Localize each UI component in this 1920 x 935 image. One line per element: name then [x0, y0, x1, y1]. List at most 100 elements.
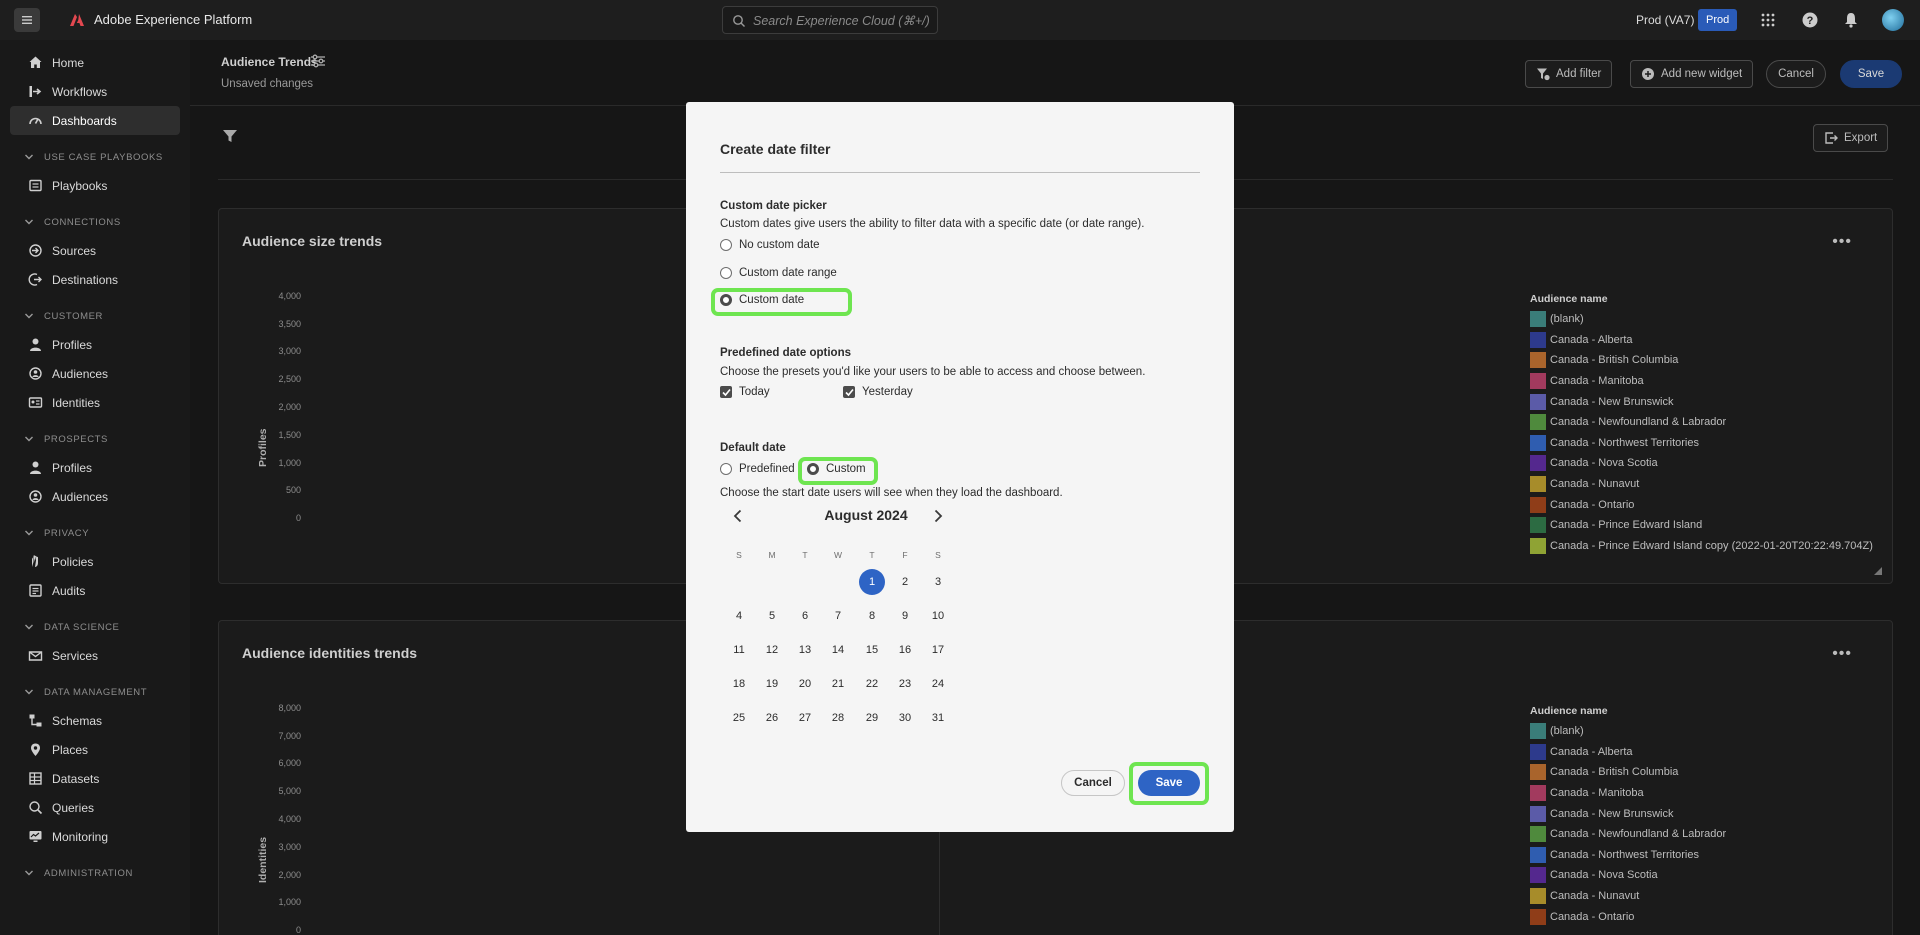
sidebar-item-dashboards[interactable]: Dashboards — [10, 106, 180, 135]
calendar-day[interactable]: 23 — [892, 671, 918, 697]
calendar-day[interactable]: 18 — [726, 671, 752, 697]
sidebar-item-datasets[interactable]: Datasets — [10, 764, 180, 793]
calendar-day[interactable]: 24 — [925, 671, 951, 697]
calendar-day[interactable]: 20 — [792, 671, 818, 697]
calendar-day[interactable]: 28 — [825, 705, 851, 731]
export-button[interactable]: Export — [1813, 124, 1889, 152]
calendar-day[interactable]: 17 — [925, 637, 951, 663]
sidebar-item-workflows[interactable]: Workflows — [10, 77, 180, 106]
sidebar-section-connections[interactable]: CONNECTIONS — [10, 208, 190, 236]
legend-item[interactable]: Canada - Nunavut — [1530, 886, 1726, 907]
calendar-day[interactable]: 29 — [859, 705, 885, 731]
filter-settings-icon[interactable] — [310, 53, 326, 69]
more-options-icon[interactable]: ••• — [1832, 233, 1852, 251]
sidebar-item-customer-audiences[interactable]: Audiences — [10, 359, 180, 388]
notifications-bell-icon[interactable] — [1842, 11, 1860, 29]
sidebar-item-audits[interactable]: Audits — [10, 576, 180, 605]
sandbox-badge[interactable]: Prod — [1698, 9, 1738, 31]
sidebar-item-places[interactable]: Places — [10, 735, 180, 764]
calendar-day[interactable]: 27 — [792, 705, 818, 731]
legend-item[interactable]: Canada - Ontario — [1530, 906, 1726, 927]
calendar-day[interactable]: 15 — [859, 637, 885, 663]
help-icon[interactable]: ? — [1801, 11, 1819, 29]
sidebar-item-queries[interactable]: Queries — [10, 793, 180, 822]
calendar-day[interactable]: 26 — [759, 705, 785, 731]
calendar-day[interactable]: 2 — [892, 569, 918, 595]
sidebar-item-sources[interactable]: Sources — [10, 236, 180, 265]
sidebar-item-prospect-audiences[interactable]: Audiences — [10, 482, 180, 511]
sidebar-section-data-science[interactable]: DATA SCIENCE — [10, 613, 190, 641]
sidebar-section-privacy[interactable]: PRIVACY — [10, 519, 190, 547]
calendar-day[interactable]: 21 — [825, 671, 851, 697]
legend-item[interactable]: Canada - Nova Scotia — [1530, 453, 1873, 474]
calendar-day[interactable]: 22 — [859, 671, 885, 697]
sidebar-item-prospect-profiles[interactable]: Profiles — [10, 453, 180, 482]
menu-toggle-button[interactable] — [14, 8, 40, 32]
sidebar-item-services[interactable]: Services — [10, 641, 180, 670]
calendar-day[interactable]: 7 — [825, 603, 851, 629]
checkbox-today[interactable]: Today — [720, 386, 770, 398]
sidebar-item-monitoring[interactable]: Monitoring — [10, 822, 180, 851]
calendar-day[interactable]: 9 — [892, 603, 918, 629]
radio-predefined[interactable]: Predefined — [720, 463, 795, 475]
legend-item[interactable]: Canada - Newfoundland & Labrador — [1530, 412, 1873, 433]
legend-item[interactable]: Canada - Newfoundland & Labrador — [1530, 824, 1726, 845]
header-save-button[interactable]: Save — [1840, 60, 1902, 88]
sidebar-section-administration[interactable]: ADMINISTRATION — [10, 859, 190, 887]
sidebar-item-home[interactable]: Home — [10, 48, 180, 77]
legend-item[interactable]: Canada - New Brunswick — [1530, 391, 1873, 412]
legend-item[interactable]: Canada - Alberta — [1530, 742, 1726, 763]
calendar-day-selected[interactable]: 1 — [859, 569, 885, 595]
filter-icon[interactable] — [222, 128, 238, 144]
dialog-cancel-button[interactable]: Cancel — [1061, 770, 1125, 796]
legend-item[interactable]: (blank) — [1530, 721, 1726, 742]
sidebar-item-identities[interactable]: Identities — [10, 388, 180, 417]
legend-item[interactable]: Canada - Nova Scotia — [1530, 865, 1726, 886]
legend-item[interactable]: Canada - New Brunswick — [1530, 803, 1726, 824]
radio-no-custom-date[interactable]: No custom date — [720, 239, 820, 251]
chevron-left-icon[interactable] — [730, 508, 746, 524]
calendar-day[interactable]: 8 — [859, 603, 885, 629]
calendar-day[interactable]: 31 — [925, 705, 951, 731]
calendar-day[interactable]: 14 — [825, 637, 851, 663]
org-switcher[interactable]: Prod (VA7) — [1636, 13, 1694, 27]
sidebar-section-data-management[interactable]: DATA MANAGEMENT — [10, 678, 190, 706]
calendar-day[interactable]: 4 — [726, 603, 752, 629]
sidebar-item-customer-profiles[interactable]: Profiles — [10, 330, 180, 359]
radio-custom-date-range[interactable]: Custom date range — [720, 267, 837, 279]
calendar-day[interactable]: 19 — [759, 671, 785, 697]
sidebar-item-playbooks[interactable]: Playbooks — [10, 171, 180, 200]
legend-item[interactable]: Canada - British Columbia — [1530, 762, 1726, 783]
sidebar-item-destinations[interactable]: Destinations — [10, 265, 180, 294]
legend-item[interactable]: Canada - British Columbia — [1530, 350, 1873, 371]
more-options-icon[interactable]: ••• — [1832, 645, 1852, 663]
legend-item[interactable]: Canada - Northwest Territories — [1530, 845, 1726, 866]
resize-handle-icon[interactable] — [1874, 567, 1882, 575]
header-cancel-button[interactable]: Cancel — [1766, 60, 1826, 88]
sidebar-section-use-case-playbooks[interactable]: USE CASE PLAYBOOKS — [10, 143, 190, 171]
user-avatar[interactable] — [1882, 9, 1904, 31]
calendar-day[interactable]: 16 — [892, 637, 918, 663]
calendar-day[interactable]: 11 — [726, 637, 752, 663]
search-input[interactable]: Search Experience Cloud (⌘+/) — [722, 6, 938, 34]
sidebar-section-prospects[interactable]: PROSPECTS — [10, 425, 190, 453]
calendar-day[interactable]: 5 — [759, 603, 785, 629]
calendar-day[interactable]: 13 — [792, 637, 818, 663]
calendar-day[interactable]: 10 — [925, 603, 951, 629]
legend-item[interactable]: Canada - Nunavut — [1530, 474, 1873, 495]
sidebar-item-schemas[interactable]: Schemas — [10, 706, 180, 735]
add-new-widget-button[interactable]: Add new widget — [1630, 60, 1754, 88]
sidebar-item-policies[interactable]: Policies — [10, 547, 180, 576]
sidebar-section-customer[interactable]: CUSTOMER — [10, 302, 190, 330]
checkbox-yesterday[interactable]: Yesterday — [843, 386, 913, 398]
legend-item[interactable]: Canada - Manitoba — [1530, 371, 1873, 392]
legend-item[interactable]: Canada - Prince Edward Island — [1530, 515, 1873, 536]
legend-item[interactable]: Canada - Manitoba — [1530, 783, 1726, 804]
legend-item[interactable]: (blank) — [1530, 309, 1873, 330]
chevron-right-icon[interactable] — [930, 508, 946, 524]
apps-grid-icon[interactable] — [1759, 11, 1777, 29]
add-filter-button[interactable]: Add filter — [1525, 60, 1613, 88]
calendar-day[interactable]: 25 — [726, 705, 752, 731]
calendar-day[interactable]: 12 — [759, 637, 785, 663]
calendar-day[interactable]: 6 — [792, 603, 818, 629]
